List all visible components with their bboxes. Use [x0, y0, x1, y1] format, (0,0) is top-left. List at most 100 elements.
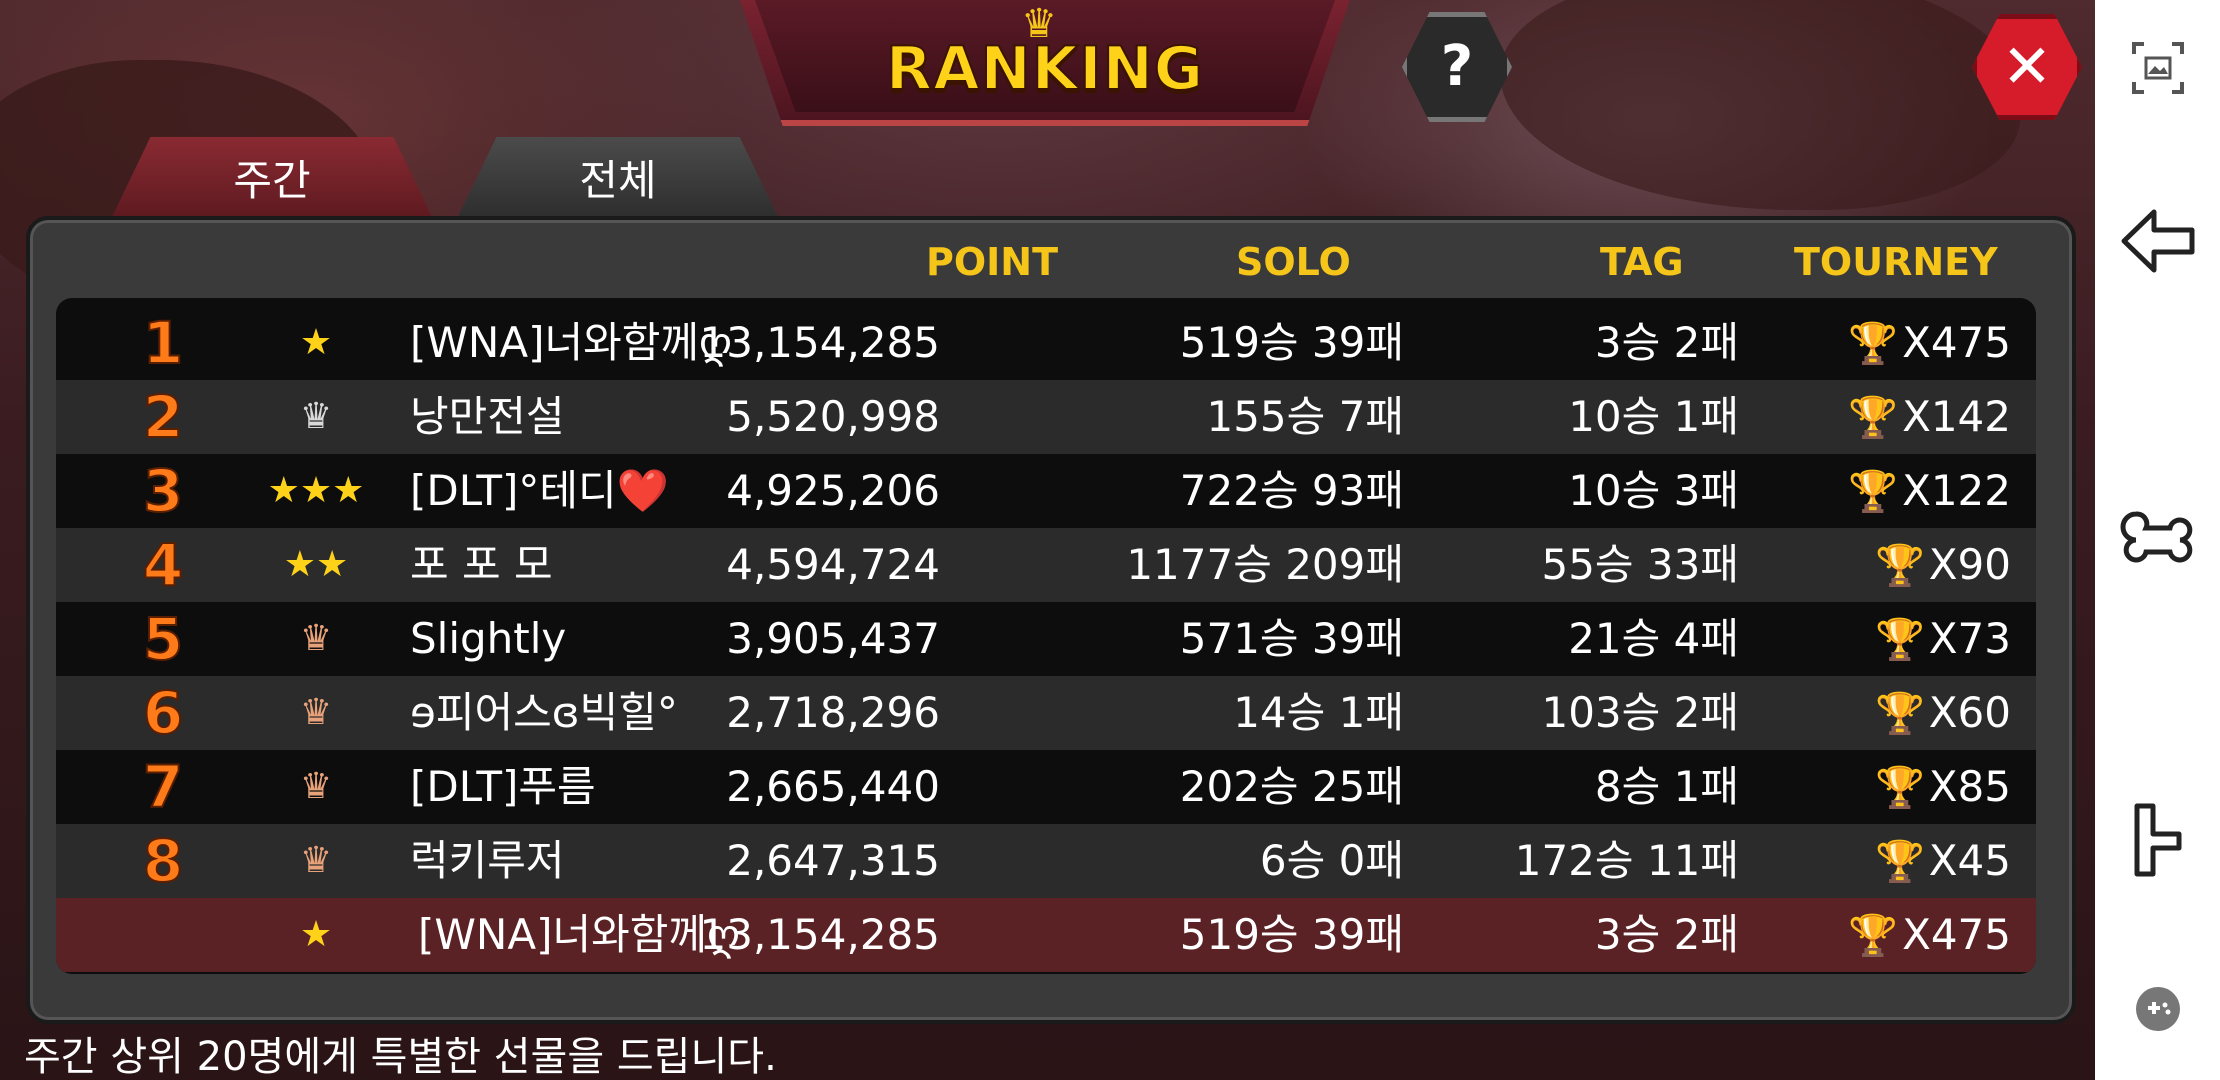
player-tag: 10승 1패: [1568, 392, 1739, 441]
trophy-icon: 🏆: [1874, 765, 1925, 811]
help-button[interactable]: ?: [1402, 12, 1512, 122]
background-creature: [1500, 0, 2020, 210]
bronze-crown-icon: ♛: [299, 766, 333, 807]
tourney-count: X475: [1902, 318, 2011, 367]
player-solo: 1177승 209패: [1126, 540, 1404, 589]
column-header-tag: TAG: [1600, 240, 1684, 284]
player-point: 5,520,998: [726, 392, 940, 441]
player-name: [WNA]너와함께ღ: [418, 910, 741, 959]
player-name: 포 포 모: [410, 540, 553, 589]
tourney-count: X90: [1928, 540, 2011, 589]
player-solo: 519승 39패: [1179, 318, 1404, 367]
player-solo: 202승 25패: [1179, 762, 1404, 811]
game-screen: ♛ RANKING ? ✕ 주간 전체 POINT SOLO TAG TOURN…: [0, 0, 2095, 1080]
table-row[interactable]: 7 ♛ [DLT]푸름 2,665,440 202승 25패 8승 1패 🏆X8…: [56, 750, 2036, 824]
rank-star-icon: ★★★: [267, 470, 365, 511]
trophy-icon: 🏆: [1874, 691, 1925, 737]
player-point: 2,665,440: [726, 762, 940, 811]
player-point: 3,905,437: [726, 614, 940, 663]
page-title: RANKING: [885, 33, 1205, 105]
emulator-sidebar: [2095, 0, 2220, 1080]
player-tag: 3승 2패: [1594, 910, 1739, 959]
player-solo: 155승 7패: [1206, 392, 1404, 441]
rank-number: 2: [142, 382, 184, 452]
tourney-count: X475: [1902, 910, 2011, 959]
trophy-icon: 🏆: [1848, 321, 1899, 367]
player-point: 2,647,315: [726, 836, 940, 885]
table-row[interactable]: 4 ★★ 포 포 모 4,594,724 1177승 209패 55승 33패 …: [56, 528, 2036, 602]
player-point: 4,594,724: [726, 540, 940, 589]
column-header-solo: SOLO: [1236, 240, 1351, 284]
player-name: 낭만전설: [410, 392, 565, 441]
tab-weekly[interactable]: 주간: [112, 137, 432, 217]
table-row[interactable]: 8 ♛ 럭키루저 2,647,315 6승 0패 172승 11패 🏆X45: [56, 824, 2036, 898]
player-tag: 8승 1패: [1594, 762, 1739, 811]
player-solo: 571승 39패: [1179, 614, 1404, 663]
player-tourney: 🏆X60: [1875, 676, 2011, 750]
tourney-count: X122: [1902, 466, 2011, 515]
rank-number: 4: [142, 530, 184, 600]
close-icon: ✕: [2001, 32, 2053, 102]
player-name: [WNA]너와함께ღ: [410, 318, 733, 367]
screenshot-icon[interactable]: [2095, 40, 2220, 100]
table-row[interactable]: 1 ★ [WNA]너와함께ღ 13,154,285 519승 39패 3승 2패…: [56, 306, 2036, 380]
bronze-crown-icon: ♛: [299, 618, 333, 659]
trophy-icon: 🏆: [1848, 469, 1899, 515]
player-tourney: 🏆X475: [1848, 306, 2011, 380]
player-tourney: 🏆X122: [1848, 454, 2011, 528]
trophy-icon: 🏆: [1848, 913, 1899, 959]
player-solo: 6승 0패: [1259, 836, 1404, 885]
player-point: 4,925,206: [726, 466, 940, 515]
table-row[interactable]: 2 ♛ 낭만전설 5,520,998 155승 7패 10승 1패 🏆X142: [56, 380, 2036, 454]
tab-all[interactable]: 전체: [458, 137, 778, 217]
player-tourney: 🏆X85: [1875, 750, 2011, 824]
trophy-icon: 🏆: [1874, 543, 1925, 589]
player-tag: 55승 33패: [1541, 540, 1739, 589]
tourney-count: X85: [1928, 762, 2011, 811]
player-solo: 519승 39패: [1179, 910, 1404, 959]
silver-crown-icon: ♛: [299, 396, 333, 437]
player-tourney: 🏆X90: [1875, 528, 2011, 602]
tourney-count: X60: [1928, 688, 2011, 737]
player-name: Slightly: [410, 614, 567, 663]
table-row[interactable]: 6 ♛ ɘ피어스ɞ빅힐° 2,718,296 14승 1패 103승 2패 🏆X…: [56, 676, 2036, 750]
bronze-crown-icon: ♛: [299, 692, 333, 733]
player-name: [DLT]°테디❤️: [410, 466, 669, 515]
player-tourney: 🏆X73: [1875, 602, 2011, 676]
player-solo: 14승 1패: [1233, 688, 1404, 737]
tourney-count: X142: [1902, 392, 2011, 441]
player-tourney: 🏆X142: [1848, 380, 2011, 454]
trophy-icon: 🏆: [1874, 617, 1925, 663]
table-row[interactable]: 3 ★★★ [DLT]°테디❤️ 4,925,206 722승 93패 10승 …: [56, 454, 2036, 528]
my-rank-row[interactable]: ★ [WNA]너와함께ღ 13,154,285 519승 39패 3승 2패 🏆…: [56, 898, 2036, 972]
player-point: 2,718,296: [726, 688, 940, 737]
player-name: 럭키루저: [410, 836, 565, 885]
rank-star-icon: ★★: [283, 544, 349, 585]
rank-number: 3: [142, 456, 184, 526]
question-icon: ?: [1440, 34, 1474, 99]
table-row[interactable]: 5 ♛ Slightly 3,905,437 571승 39패 21승 4패 🏆…: [56, 602, 2036, 676]
trophy-icon: 🏆: [1874, 839, 1925, 885]
player-name: [DLT]푸름: [410, 762, 596, 811]
sandal-icon[interactable]: [2095, 800, 2220, 884]
tourney-count: X73: [1928, 614, 2011, 663]
rank-number: 7: [142, 752, 184, 822]
ranking-list[interactable]: 1 ★ [WNA]너와함께ღ 13,154,285 519승 39패 3승 2패…: [56, 298, 2036, 974]
player-tag: 172승 11패: [1514, 836, 1739, 885]
gamepad-icon[interactable]: [2095, 984, 2220, 1038]
player-point: 13,154,285: [699, 318, 940, 367]
player-tag: 10승 3패: [1568, 466, 1739, 515]
bone-icon[interactable]: [2095, 504, 2220, 578]
player-point: 13,154,285: [699, 910, 940, 959]
player-tourney: 🏆X475: [1848, 898, 2011, 972]
back-arrow-icon[interactable]: [2095, 206, 2220, 280]
player-tag: 103승 2패: [1541, 688, 1739, 737]
trophy-icon: 🏆: [1848, 395, 1899, 441]
player-tourney: 🏆X45: [1875, 824, 2011, 898]
bronze-crown-icon: ♛: [299, 840, 333, 881]
player-tag: 3승 2패: [1594, 318, 1739, 367]
player-solo: 722승 93패: [1179, 466, 1404, 515]
rank-star-icon: ★: [299, 914, 333, 955]
footer-notice: 주간 상위 20명에게 특별한 선물을 드립니다.: [24, 1034, 777, 1080]
rank-number: 6: [142, 678, 184, 748]
